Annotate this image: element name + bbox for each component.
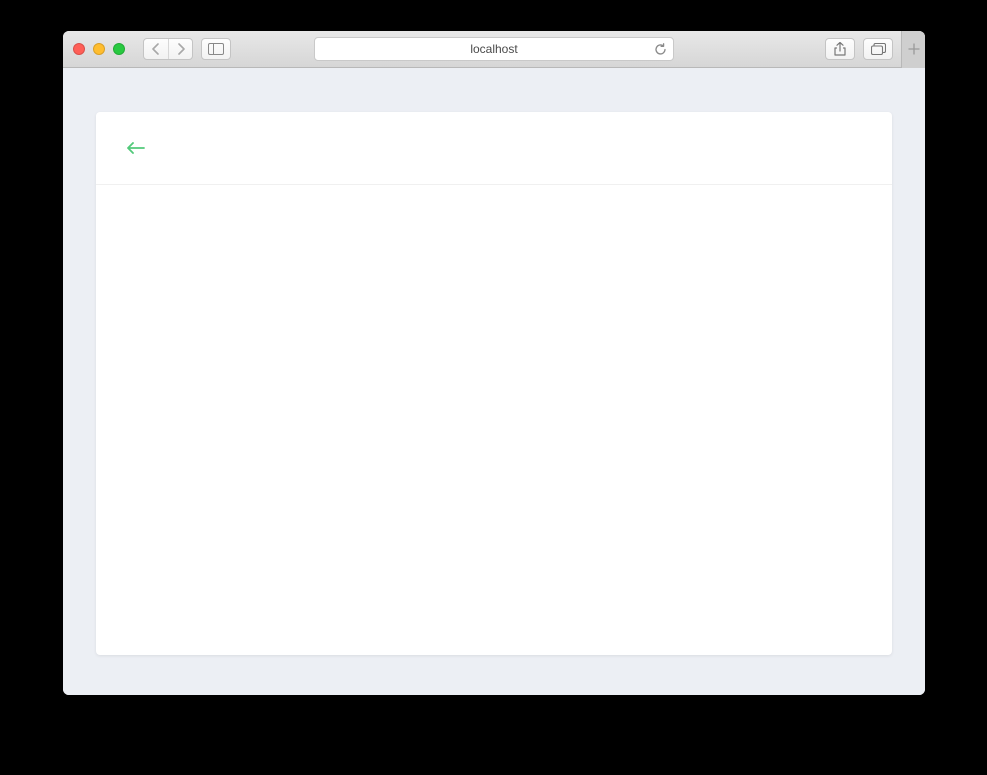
window-controls <box>73 43 125 55</box>
page-viewport <box>63 68 925 695</box>
toolbar-right-group <box>825 31 915 68</box>
reload-icon <box>654 43 667 56</box>
content-card <box>96 112 892 655</box>
share-icon <box>834 42 846 56</box>
reload-button[interactable] <box>654 43 667 56</box>
tabs-icon <box>871 43 886 55</box>
browser-forward-button[interactable] <box>168 39 192 59</box>
navigation-buttons <box>143 38 193 60</box>
window-close-button[interactable] <box>73 43 85 55</box>
new-tab-button[interactable] <box>901 31 925 68</box>
card-body <box>96 185 892 655</box>
chevron-left-icon <box>152 43 160 55</box>
window-zoom-button[interactable] <box>113 43 125 55</box>
sidebar-toggle-button[interactable] <box>201 38 231 60</box>
plus-icon <box>908 43 920 55</box>
browser-window: localhost <box>63 31 925 695</box>
back-button[interactable] <box>124 136 148 160</box>
browser-title-bar: localhost <box>63 31 925 68</box>
arrow-left-icon <box>126 141 146 155</box>
tabs-button[interactable] <box>863 38 893 60</box>
chevron-right-icon <box>177 43 185 55</box>
window-minimize-button[interactable] <box>93 43 105 55</box>
share-button[interactable] <box>825 38 855 60</box>
address-bar[interactable]: localhost <box>314 37 674 61</box>
sidebar-icon <box>208 43 224 55</box>
card-header <box>96 112 892 185</box>
browser-back-button[interactable] <box>144 39 168 59</box>
address-text: localhost <box>470 42 517 56</box>
